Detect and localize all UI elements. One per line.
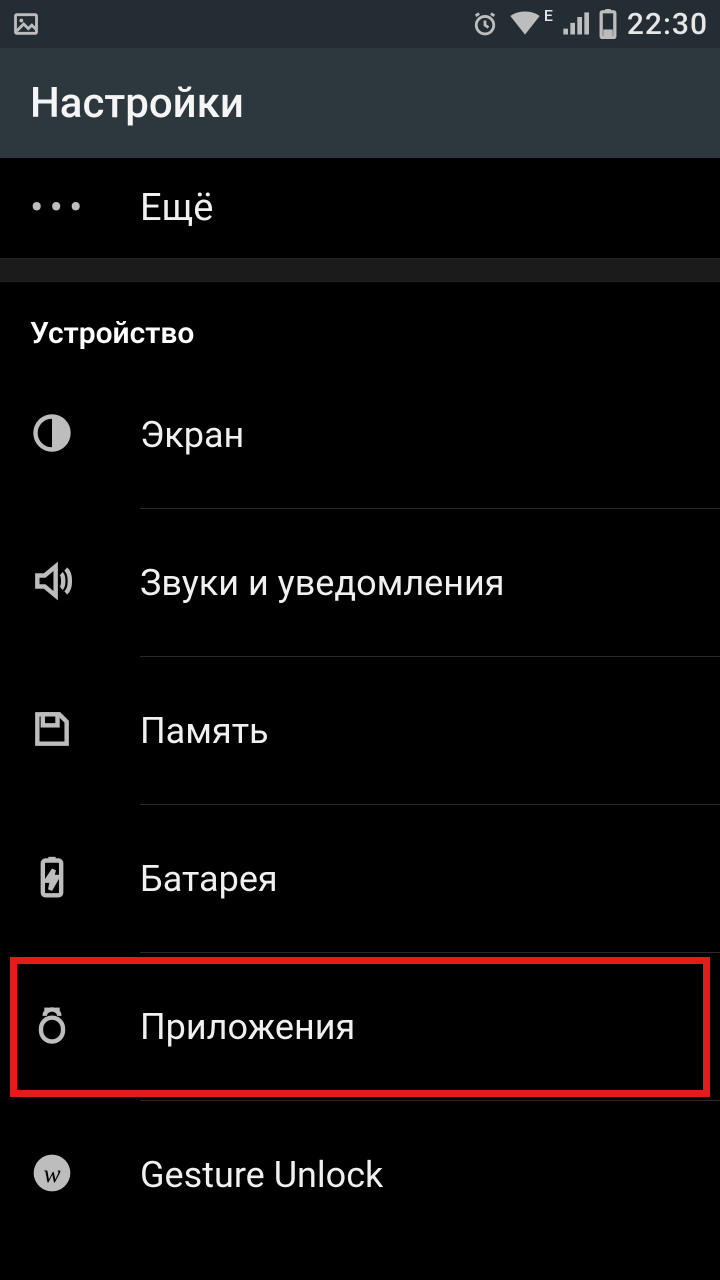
settings-item-gesture-unlock[interactable]: w Gesture Unlock	[0, 1101, 720, 1249]
settings-item-battery[interactable]: Батарея	[0, 805, 720, 953]
settings-label: Память	[140, 710, 269, 752]
settings-label: Звуки и уведомления	[140, 562, 505, 604]
settings-list[interactable]: ••• Ещё Устройство Экран Звуки и уведомл…	[0, 158, 720, 1280]
app-bar: Настройки	[0, 48, 720, 158]
display-icon	[30, 411, 74, 459]
settings-item-display[interactable]: Экран	[0, 361, 720, 509]
screen: E 22:30 Настройки ••• Ещё Устройство	[0, 0, 720, 1280]
settings-item-sound[interactable]: Звуки и уведомления	[0, 509, 720, 657]
battery-icon	[599, 9, 617, 39]
page-title: Настройки	[30, 79, 244, 128]
alarm-icon	[471, 10, 499, 38]
wifi-icon: E	[509, 10, 541, 38]
settings-item-more[interactable]: ••• Ещё	[0, 158, 720, 258]
battery-icon	[30, 855, 74, 903]
settings-label: Ещё	[140, 186, 213, 230]
clock-text: 22:30	[627, 7, 708, 42]
highlight-apps: Приложения	[0, 953, 720, 1101]
network-type-label: E	[544, 6, 553, 25]
gesture-icon: w	[30, 1151, 74, 1199]
settings-item-storage[interactable]: Память	[0, 657, 720, 805]
status-bar: E 22:30	[0, 0, 720, 48]
settings-label: Gesture Unlock	[140, 1154, 383, 1196]
image-notification-icon	[12, 10, 40, 38]
settings-item-apps[interactable]: Приложения	[0, 953, 720, 1101]
section-divider	[0, 258, 720, 282]
settings-label: Экран	[140, 414, 244, 456]
section-header-device: Устройство	[0, 282, 720, 361]
settings-label: Батарея	[140, 858, 278, 900]
apps-icon	[30, 1003, 74, 1051]
settings-label: Приложения	[140, 1006, 355, 1048]
storage-icon	[30, 707, 74, 755]
svg-text:w: w	[43, 1159, 60, 1188]
more-icon: •••	[30, 188, 89, 228]
sound-icon	[30, 559, 74, 607]
cell-signal-icon	[561, 11, 589, 37]
